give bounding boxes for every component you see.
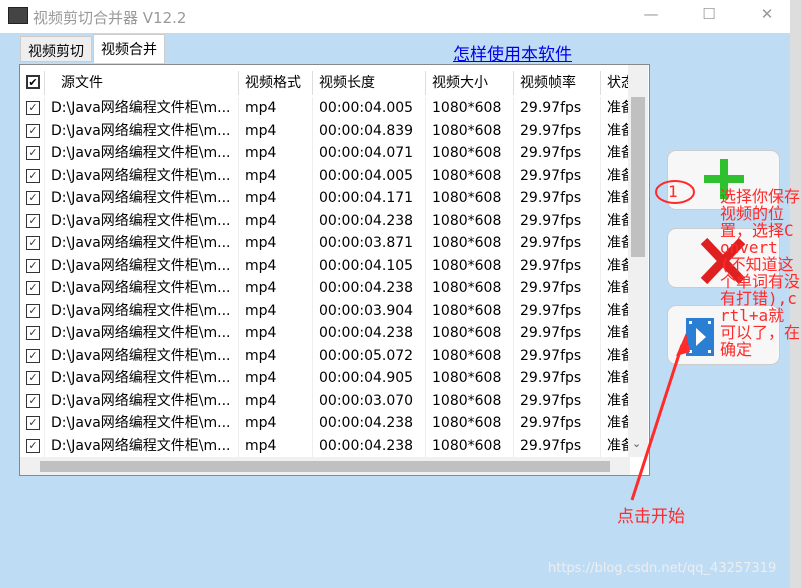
arrow-head-icon [676,333,690,356]
annotation-overlay [630,180,695,501]
annotation-click-start: 点击开始 [617,507,685,527]
annotation-number: 1 [668,182,678,201]
annotation-note: 选择你保存视频的位置，选择Convert(不知道这个单词有没有打错),crtl+… [720,187,801,359]
watermark: https://blog.csdn.net/qq_43257319 [548,561,777,576]
annotation-arrow [630,344,684,501]
